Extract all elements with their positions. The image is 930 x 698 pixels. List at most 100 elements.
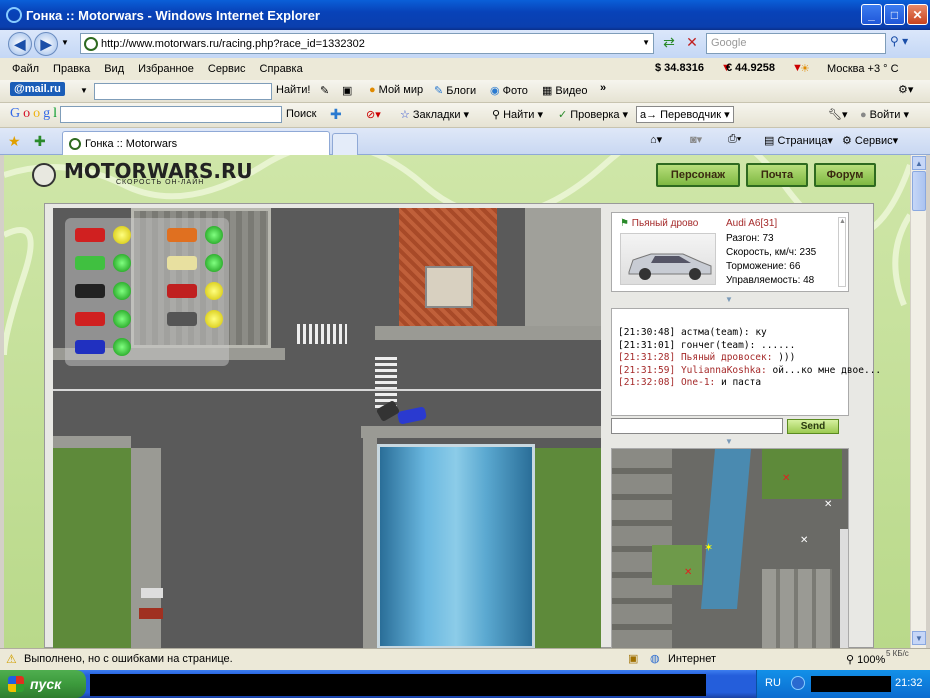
mailru-photo[interactable]: ◉ Фото xyxy=(490,84,528,98)
tray-icons-hidden xyxy=(811,676,891,692)
menu-view[interactable]: Вид xyxy=(104,63,124,75)
nav-forum-button[interactable]: Форум xyxy=(814,163,876,187)
race-map[interactable] xyxy=(53,208,601,648)
grass-area xyxy=(53,448,131,648)
stat-braking: Торможение: 66 xyxy=(726,261,801,272)
menu-tools[interactable]: Сервис xyxy=(208,63,246,75)
racer-car-red xyxy=(167,284,197,298)
tools-menu[interactable]: ⚙ Сервис▾ xyxy=(842,134,898,147)
ie-icon xyxy=(6,7,22,23)
racer-name[interactable]: ⚑ Пьяный дрово xyxy=(620,218,698,229)
site-favicon-icon xyxy=(69,137,81,150)
menu-edit[interactable]: Правка xyxy=(53,63,90,75)
url-input[interactable]: http://www.motorwars.ru/racing.php?race_… xyxy=(80,33,654,54)
start-button[interactable]: пуск xyxy=(0,670,86,698)
search-icon[interactable]: ⚲ ▾ xyxy=(890,34,920,54)
new-tab-button[interactable] xyxy=(332,133,358,155)
maximize-button[interactable]: □ xyxy=(884,4,905,25)
menu-favorites[interactable]: Избранное xyxy=(138,63,194,75)
favorites-star-icon[interactable]: ★ xyxy=(8,133,21,150)
pencil-icon[interactable]: ✎ xyxy=(320,84,329,97)
google-bookmarks[interactable]: ☆ Закладки ▾ xyxy=(400,108,469,122)
racer-car-red xyxy=(75,228,105,242)
taskbar-items[interactable] xyxy=(90,674,706,696)
windows-logo-icon xyxy=(8,676,24,692)
google-login[interactable]: ● Войти ▾ xyxy=(860,108,909,122)
google-search-input[interactable] xyxy=(60,106,282,123)
page-menu[interactable]: ▤ Страница▾ xyxy=(764,134,833,147)
network-speed: 5 КБ/с xyxy=(886,649,909,658)
page-scrollbar[interactable]: ▲ ▼ xyxy=(910,155,926,648)
scroll-up-arrow[interactable]: ▲ xyxy=(912,156,926,170)
menu-help[interactable]: Справка xyxy=(260,63,303,75)
site-tagline: СКОРОСТЬ ОН-ЛАЙН xyxy=(116,179,205,186)
close-button[interactable]: ✕ xyxy=(907,4,928,25)
minimap-block xyxy=(762,569,832,648)
collapse-arrow-icon[interactable]: ▼ xyxy=(725,437,733,446)
url-dropdown-icon[interactable]: ▼ xyxy=(642,38,650,47)
toolbar-overflow-icon[interactable]: » xyxy=(600,82,606,94)
mailru-search-input[interactable] xyxy=(94,83,272,100)
mailru-video[interactable]: ▦ Видео xyxy=(542,84,588,98)
google-translate[interactable]: a→ Переводчик ▾ xyxy=(636,106,734,123)
google-search-button[interactable]: Поиск xyxy=(286,108,316,120)
player-car[interactable] xyxy=(396,406,428,425)
page-content: MOTORWARS.RU СКОРОСТЬ ОН-ЛАЙН Персонаж П… xyxy=(4,155,910,648)
tray-icon[interactable] xyxy=(791,676,805,690)
home-icon[interactable]: ⌂▾ xyxy=(650,133,662,146)
chat-box: [21:30:48] астма(team): ку [21:31:01] го… xyxy=(611,308,881,416)
warning-icon[interactable]: ⚠ xyxy=(6,652,17,666)
add-favorite-icon[interactable]: ✚ xyxy=(34,133,46,150)
minimap-park xyxy=(762,449,842,499)
back-button[interactable]: ◀ xyxy=(8,32,32,56)
google-logo[interactable]: Google xyxy=(10,106,66,122)
chat-input[interactable] xyxy=(611,418,783,434)
game-area: ⚑ Пьяный дрово Audi A6[31] Разгон: 73 Ск… xyxy=(44,203,881,648)
mailru-settings-icon[interactable]: ⚙▾ xyxy=(898,83,913,96)
search-input[interactable]: Google xyxy=(706,33,886,54)
popup-blocker-icon[interactable]: ⊘▾ xyxy=(366,108,381,121)
sidewalk xyxy=(363,436,377,648)
menu-file[interactable]: Файл xyxy=(12,63,39,75)
window-title: Гонка :: Motorwars - Windows Internet Ex… xyxy=(26,7,320,23)
mailru-dropdown-icon[interactable]: ▼ xyxy=(80,86,88,95)
status-light-green xyxy=(205,254,223,272)
scroll-down-arrow[interactable]: ▼ xyxy=(912,631,926,645)
nav-mail-button[interactable]: Почта xyxy=(746,163,808,187)
weather[interactable]: ☀ Москва +3 ° C xyxy=(800,62,913,75)
google-find[interactable]: ⚲ Найти ▾ xyxy=(492,108,543,122)
chat-send-button[interactable]: Send xyxy=(787,419,839,434)
mailru-myworld[interactable]: ● Мой мир xyxy=(369,84,423,96)
side-panel: ⚑ Пьяный дрово Audi A6[31] Разгон: 73 Ск… xyxy=(607,208,881,648)
mailru-find-button[interactable]: Найти! xyxy=(276,84,310,96)
google-spellcheck[interactable]: ✓ Проверка ▾ xyxy=(558,108,628,122)
wrench-icon[interactable]: 🔧︎▾ xyxy=(828,108,848,121)
refresh-icon[interactable]: ⇄ xyxy=(659,34,679,54)
racer-car-blue xyxy=(75,340,105,354)
stop-icon[interactable]: ✕ xyxy=(682,34,702,54)
zoom-control[interactable]: ⚲ 100% xyxy=(846,653,885,666)
plus-icon[interactable]: ✚ xyxy=(330,106,342,123)
clock[interactable]: 21:32 xyxy=(895,677,923,689)
system-tray: RU 21:32 xyxy=(756,670,930,698)
info-scrollbar[interactable]: ▲ xyxy=(838,217,846,287)
mailru-logo[interactable]: @mail.ru xyxy=(10,82,65,96)
tab-motorwars[interactable]: Гонка :: Motorwars xyxy=(62,131,330,155)
forward-button[interactable]: ▶ xyxy=(34,32,58,56)
page-icon[interactable]: ▣ xyxy=(342,84,352,97)
logo-icon[interactable] xyxy=(32,163,56,187)
nav-character-button[interactable]: Персонаж xyxy=(656,163,740,187)
security-icon: ▣ xyxy=(628,653,639,665)
minimize-button[interactable]: _ xyxy=(861,4,882,25)
minimap-scrollbar[interactable] xyxy=(840,529,848,648)
history-dropdown-icon[interactable]: ▼ xyxy=(61,38,69,47)
language-indicator[interactable]: RU xyxy=(765,677,781,689)
sidewalk xyxy=(375,326,601,340)
minimap[interactable]: ✶ ✕ ✕ ✕ ✕ xyxy=(611,448,849,648)
feeds-icon[interactable]: ◙▾ xyxy=(690,133,702,146)
scroll-thumb[interactable] xyxy=(912,171,926,211)
collapse-arrow-icon[interactable]: ▼ xyxy=(725,295,733,304)
mailru-blogs[interactable]: ✎ Блоги xyxy=(434,84,476,98)
address-bar-row: ◀ ▶ ▼ http://www.motorwars.ru/racing.php… xyxy=(0,30,930,58)
print-icon[interactable]: ⎙▾ xyxy=(728,133,741,146)
